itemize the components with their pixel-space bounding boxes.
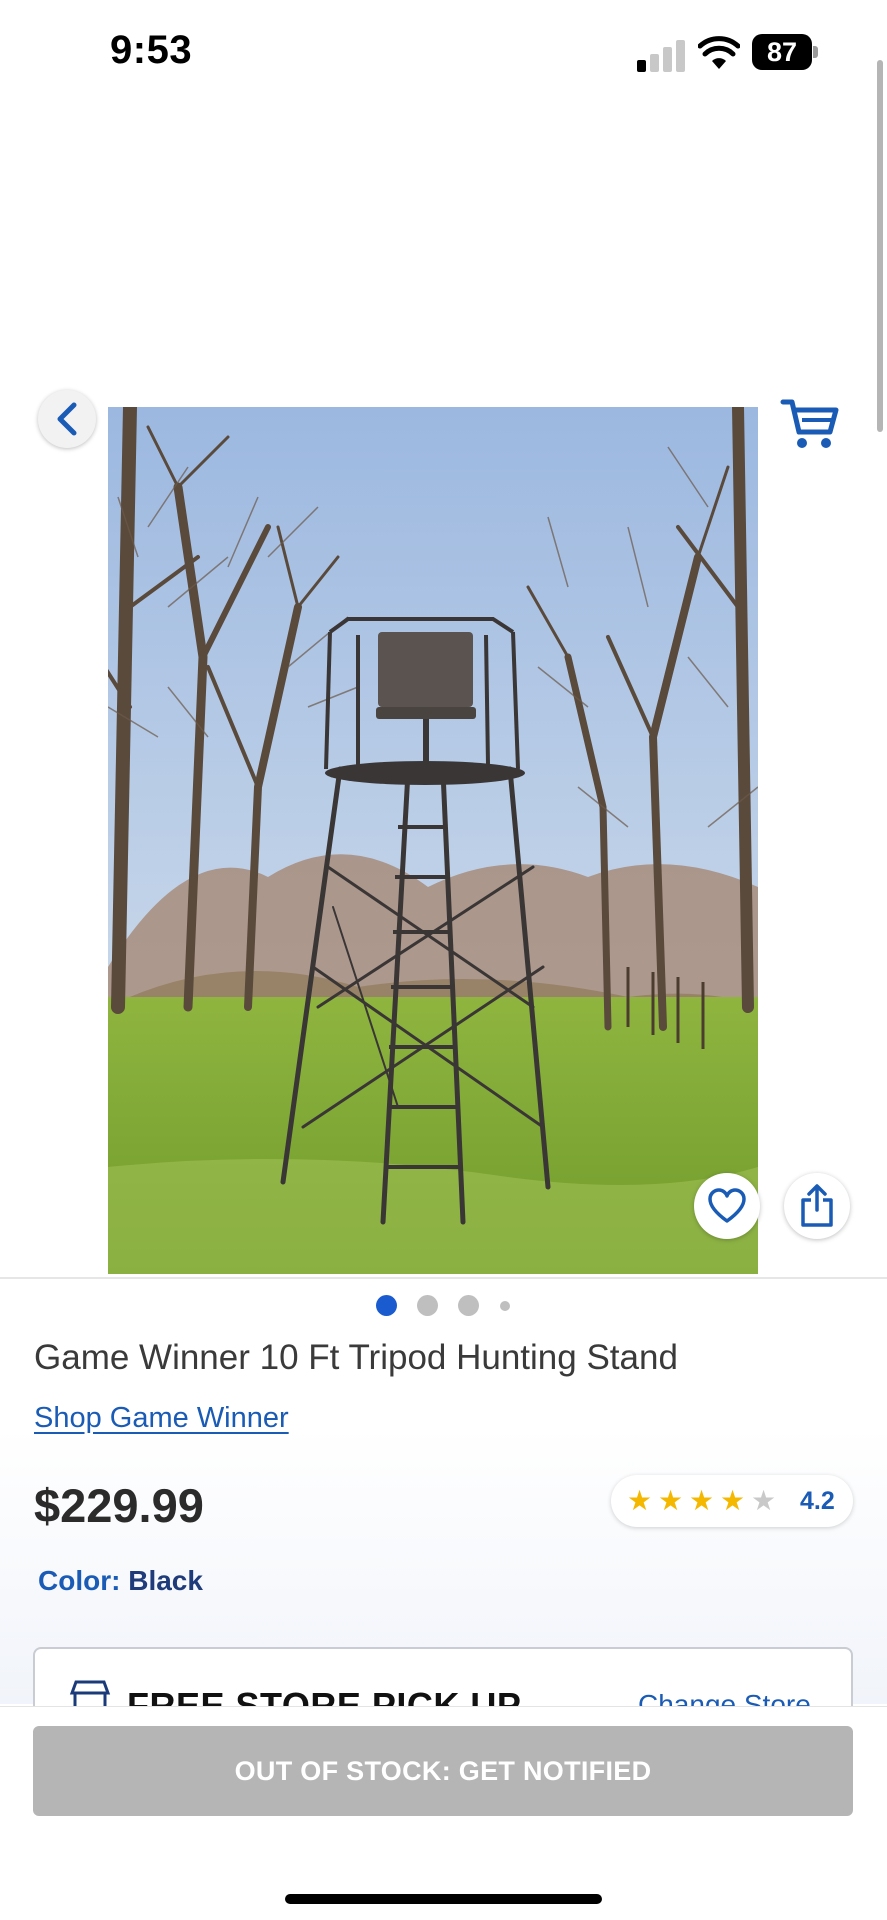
- home-indicator[interactable]: [285, 1894, 602, 1904]
- status-time: 9:53: [110, 28, 193, 72]
- star-icon: ★: [689, 1485, 715, 1516]
- rating-value: 4.2: [800, 1487, 835, 1515]
- share-button[interactable]: [784, 1173, 850, 1239]
- get-notified-button[interactable]: OUT OF STOCK: GET NOTIFIED: [33, 1726, 853, 1816]
- star-icon: ★: [627, 1485, 653, 1516]
- carousel-dot-active[interactable]: [376, 1295, 397, 1316]
- signal-icon: [637, 40, 685, 72]
- share-icon: [801, 1184, 833, 1227]
- battery-level: 87: [752, 34, 812, 70]
- scrollbar[interactable]: [877, 60, 883, 432]
- bottom-action-bar: OUT OF STOCK: GET NOTIFIED: [0, 1706, 887, 1920]
- carousel-dot[interactable]: [500, 1301, 510, 1311]
- rating-badge[interactable]: ★ ★ ★ ★ ★ 4.2: [611, 1475, 853, 1527]
- carousel-dots[interactable]: [0, 1295, 887, 1319]
- carousel-dot[interactable]: [458, 1295, 479, 1316]
- carousel-dot[interactable]: [417, 1295, 438, 1316]
- star-icon: ★: [658, 1485, 684, 1516]
- favorite-button[interactable]: [694, 1173, 760, 1239]
- cart-icon: [780, 399, 839, 448]
- product-image[interactable]: [108, 407, 758, 1274]
- battery-icon: 87: [752, 34, 818, 70]
- shop-brand-link[interactable]: Shop Game Winner: [34, 1402, 289, 1435]
- chevron-left-icon: [57, 402, 77, 436]
- status-bar: 9:53 87: [0, 0, 887, 100]
- color-value: Black: [128, 1565, 203, 1596]
- back-button[interactable]: [38, 390, 96, 448]
- color-label: Color:: [38, 1565, 121, 1596]
- color-row: Color: Black: [38, 1565, 203, 1597]
- star-empty-icon: ★: [751, 1485, 777, 1516]
- wifi-icon: [698, 36, 740, 69]
- product-price: $229.99: [34, 1479, 204, 1532]
- product-title: Game Winner 10 Ft Tripod Hunting Stand: [34, 1338, 678, 1377]
- star-icon: ★: [720, 1485, 746, 1516]
- cart-button[interactable]: [780, 396, 840, 452]
- heart-icon: [708, 1188, 746, 1223]
